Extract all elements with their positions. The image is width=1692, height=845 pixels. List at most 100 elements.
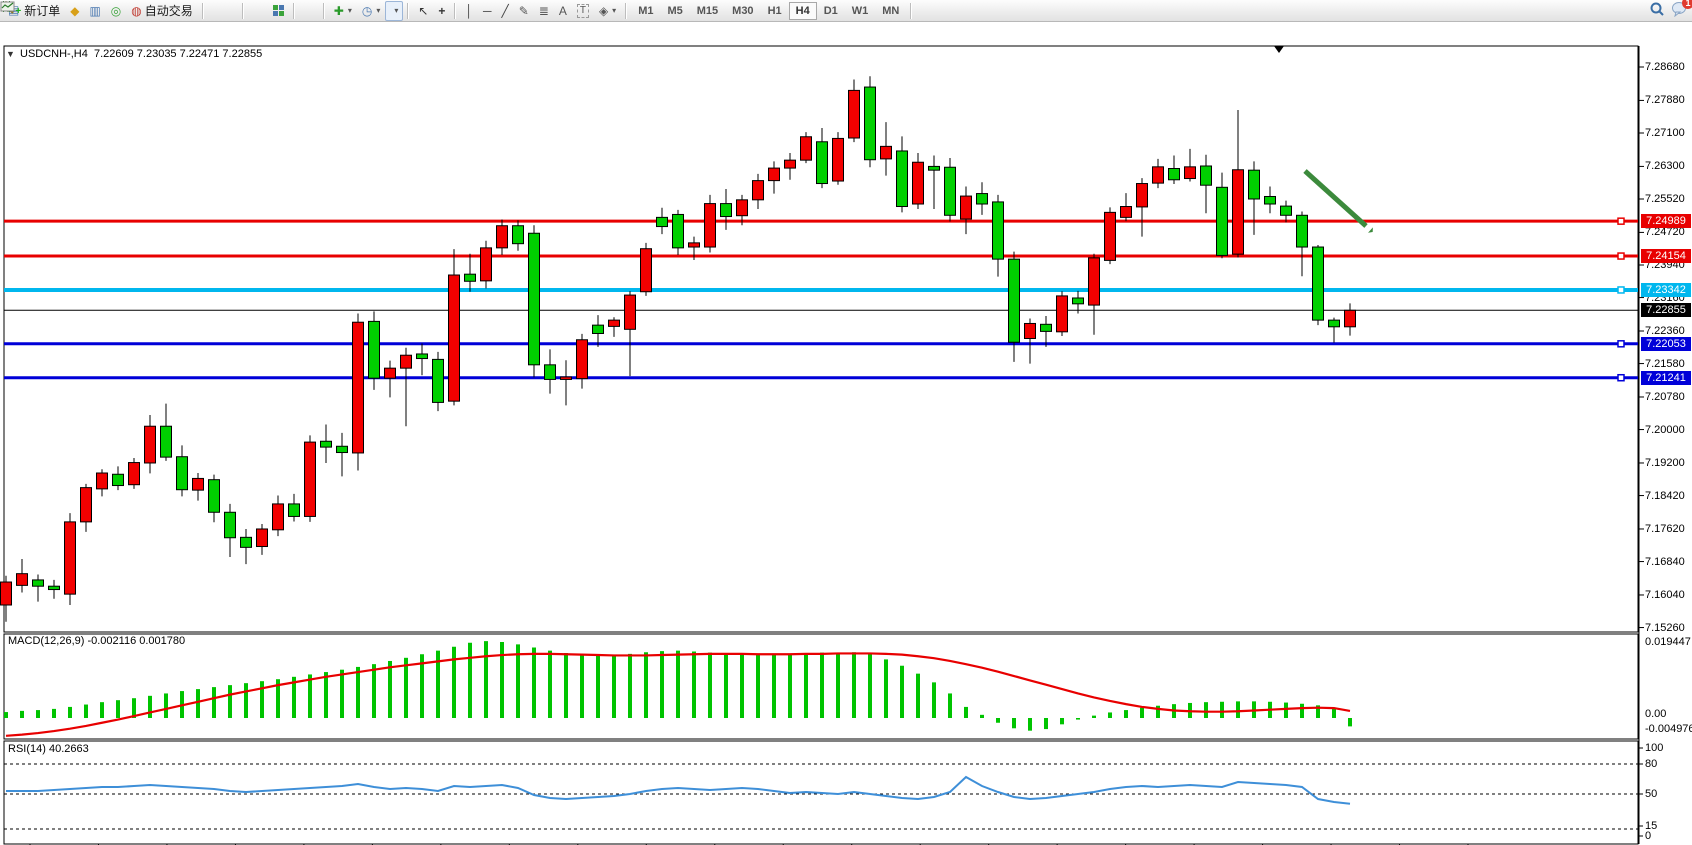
level-handle-7.23342[interactable] [1618,287,1624,293]
level-price-badge: 7.22053 [1641,337,1691,351]
candle-body [913,162,924,204]
timeframe-button-M30[interactable]: M30 [725,2,760,20]
chart-menu-arrow[interactable]: ▼ [6,49,15,59]
chart-shift-button[interactable] [309,1,319,21]
level-handle-7.24989[interactable] [1618,218,1624,224]
rsi-tick-label: 50 [1645,788,1657,800]
candle-body [1201,166,1212,185]
timeframe-button-H4[interactable]: H4 [789,2,817,20]
arrows-button[interactable]: ◈▾ [594,1,621,21]
level-price-badge: 7.24154 [1641,249,1691,263]
candle-body [321,441,332,447]
dropdown-caret-icon: ▾ [376,6,380,15]
notifications-icon[interactable]: 1 [1671,1,1688,22]
crosshair-button[interactable]: + [433,1,450,21]
candle-body [1249,170,1260,199]
auto-scroll-button[interactable] [299,1,309,21]
market-watch-button[interactable]: ◆ [65,1,84,21]
timeframe-button-M1[interactable]: M1 [631,2,660,20]
candle-body [769,168,780,181]
notification-badge: 1 [1682,0,1692,9]
chart-canvas [0,44,1692,845]
candle-body [977,194,988,204]
templates-button[interactable]: ▾ [385,1,403,21]
level-handle-7.24154[interactable] [1618,253,1624,259]
price-tick-label: 7.22360 [1645,325,1685,337]
timeframe-button-H1[interactable]: H1 [761,2,789,20]
auto-trading-button-label: 自动交易 [145,2,193,19]
candle-body [721,204,732,217]
candle-body [161,426,172,457]
candle-body [961,196,972,219]
candle-body [1073,298,1084,304]
timeframe-button-MN[interactable]: MN [875,2,906,20]
price-tick-label: 7.16840 [1645,556,1685,568]
toolbar-separator [454,3,456,19]
candle-body [1041,324,1052,331]
timeframe-button-M15[interactable]: M15 [690,2,725,20]
candle-body [929,166,940,170]
candle-body [1009,259,1020,342]
dropdown-caret-icon: ▾ [394,6,398,15]
text-button[interactable]: A [554,1,572,21]
mt4-window: ▤+新订单◆▥◎◍自动交易✚▾◷▾▾↖+│─╱✎≣AT◈▾M1M5M15M30H… [0,0,1692,845]
text-label-button[interactable]: T [572,1,594,21]
level-handle-7.21241[interactable] [1618,375,1624,381]
vertical-line-button[interactable]: │ [460,1,478,21]
toolbar-separator [242,3,244,19]
price-tick-label: 7.28680 [1645,61,1685,73]
candle-body [1345,310,1356,326]
line-chart-button[interactable] [228,1,238,21]
chart-shift-marker[interactable] [1274,46,1284,53]
equidistant-channel-button[interactable]: ✎ [514,1,534,21]
fibonacci-icon: ≣ [539,5,549,17]
candle-chart-button[interactable] [218,1,228,21]
candle-body [1233,170,1244,254]
timeframe-button-W1[interactable]: W1 [845,2,876,20]
toolbar-right-group: 1 [1649,0,1688,22]
zoom-out-button[interactable] [258,1,268,21]
horizontal-line-button[interactable]: ─ [478,1,497,21]
fibonacci-button[interactable]: ≣ [534,1,554,21]
price-tick-label: 7.21580 [1645,358,1685,370]
zoom-in-button[interactable] [248,1,258,21]
cursor-button[interactable]: ↖ [413,1,433,21]
candle-body [849,90,860,138]
candle-body [1137,184,1148,207]
candle-body [817,142,828,184]
tile-windows-button[interactable] [268,1,289,21]
price-tick-label: 7.25520 [1645,193,1685,205]
timeframe-button-M5[interactable]: M5 [660,2,689,20]
search-icon[interactable] [1649,1,1665,22]
hline-icon: ─ [483,5,492,17]
level-handle-7.22053[interactable] [1618,341,1624,347]
candle-body [177,457,188,490]
candle-body [1105,212,1116,260]
candle-body [337,446,348,452]
auto-trading-button[interactable]: ◍ 自动交易 [126,1,198,21]
candle-body [401,355,412,368]
candle-body [593,325,604,333]
data-window-button[interactable]: ▥ [84,1,105,21]
candle-body [609,320,620,326]
timeframe-button-D1[interactable]: D1 [817,2,845,20]
candle-body [641,249,652,292]
tile-windows-icon [273,5,284,16]
indicators-button[interactable]: ✚▾ [329,1,357,21]
indicators-icon: ✚ [334,5,344,17]
macd-zero-label: 0.00 [1645,708,1666,720]
candle-body [193,478,204,490]
candle-body [577,340,588,379]
arrows-icon: ◈ [599,5,608,17]
bar-chart-button[interactable] [208,1,218,21]
trendline-button[interactable]: ╱ [496,1,513,21]
candle-body [225,512,236,537]
candle-body [801,137,812,160]
new-order-button-label: 新订单 [24,2,60,19]
signals-button[interactable]: ◎ [106,1,126,21]
channel-icon: ✎ [519,5,529,17]
periods-button[interactable]: ◷▾ [357,1,386,21]
auto-trading-icon: ◍ [131,5,141,17]
candle-body [481,248,492,281]
level-price-badge: 7.21241 [1641,371,1691,385]
